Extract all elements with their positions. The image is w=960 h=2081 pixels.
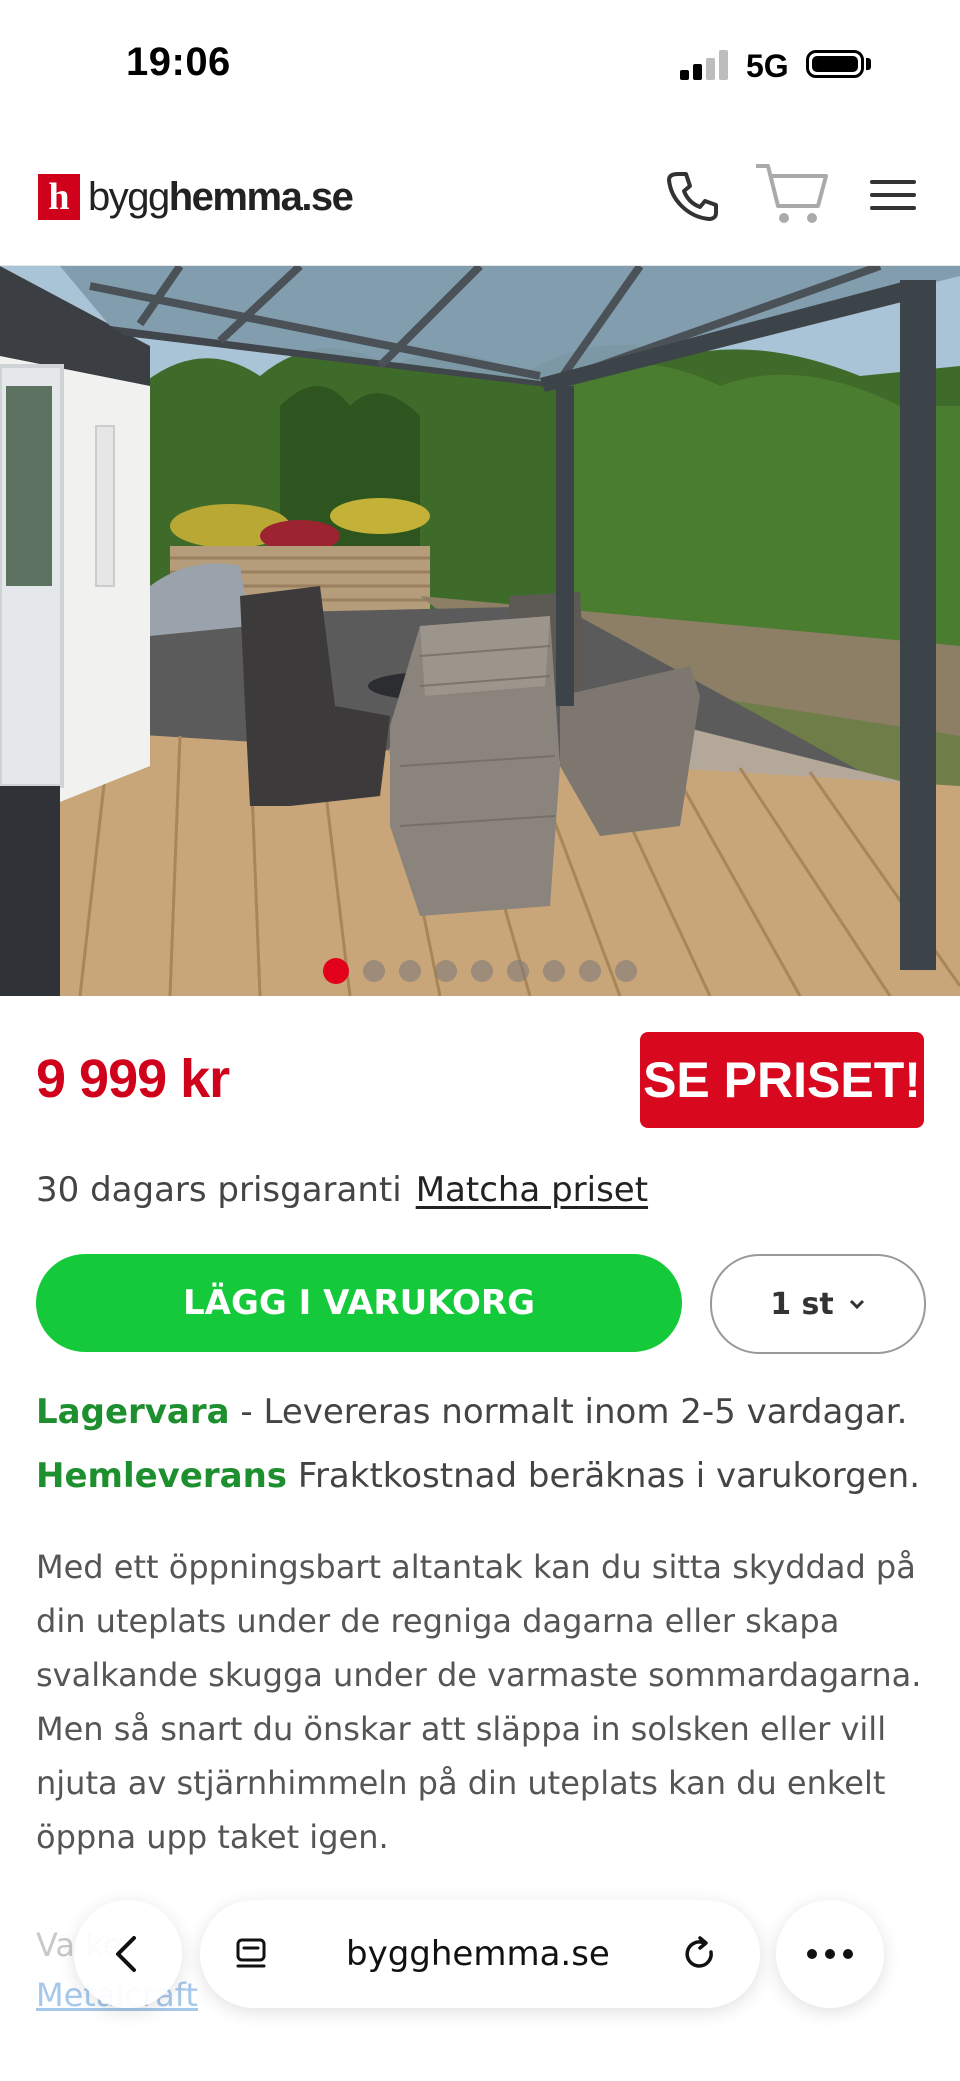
- stock-text: - Levereras normalt inom 2-5 vardagar.: [229, 1392, 908, 1432]
- gallery-dot[interactable]: [615, 960, 637, 982]
- gallery-dot[interactable]: [507, 960, 529, 982]
- logo-mark: h: [38, 174, 80, 220]
- delivery-label: Hemleverans: [36, 1456, 288, 1496]
- network-type: 5G: [746, 48, 789, 84]
- gallery-dot[interactable]: [363, 960, 385, 982]
- quantity-value: 1 st: [770, 1286, 834, 1322]
- delivery-text: Fraktkostnad beräknas i varukorgen.: [287, 1456, 921, 1496]
- hamburger-menu-icon[interactable]: [858, 160, 928, 230]
- product-image-gallery[interactable]: [0, 266, 960, 996]
- gallery-dot[interactable]: [435, 960, 457, 982]
- price-guarantee: 30 dagars prisgaranti Matcha priset: [36, 1170, 648, 1210]
- bygghemma-logo[interactable]: h bygghemma.se: [38, 174, 354, 220]
- gallery-pagination: [0, 958, 960, 984]
- description-line: svalkande skugga under de varmaste somma…: [36, 1656, 922, 1694]
- description-line: din uteplats under de regniga dagarna el…: [36, 1602, 840, 1640]
- logo-text-bold: hemma: [168, 174, 303, 219]
- tabs-icon[interactable]: [232, 1934, 272, 1974]
- back-button[interactable]: [74, 1900, 182, 2008]
- site-header: h bygghemma.se: [0, 130, 960, 266]
- logo-text: bygghemma.se: [88, 174, 354, 220]
- cart-icon[interactable]: [752, 160, 828, 230]
- logo-text-light: bygg: [88, 174, 170, 219]
- description-line: Men så snart du önskar att släppa in sol…: [36, 1710, 887, 1748]
- gallery-dot[interactable]: [399, 960, 421, 982]
- stock-label: Lagervara: [36, 1392, 230, 1432]
- logo-text-tld: .se: [301, 174, 354, 219]
- quantity-select[interactable]: 1 st: [710, 1254, 926, 1354]
- battery-icon: [806, 50, 864, 78]
- add-to-cart-button[interactable]: LÄGG I VARUKORG: [36, 1254, 682, 1352]
- more-button[interactable]: [776, 1900, 884, 2008]
- description-line: öppna upp taket igen.: [36, 1818, 389, 1856]
- description-line: Med ett öppningsbart altantak kan du sit…: [36, 1548, 916, 1586]
- phone-icon[interactable]: [656, 160, 726, 230]
- status-time: 19:06: [126, 40, 231, 84]
- delivery-info: Hemleverans Fraktkostnad beräknas i varu…: [36, 1456, 920, 1496]
- product-price: 9 999 kr: [36, 1049, 230, 1109]
- address-bar[interactable]: bygghemma.se: [200, 1900, 760, 2008]
- price-guarantee-text: 30 dagars prisgaranti: [36, 1170, 402, 1210]
- description-line: njuta av stjärnhimmeln på din uteplats k…: [36, 1764, 886, 1802]
- gallery-dot[interactable]: [579, 960, 601, 982]
- stock-status: Lagervara - Levereras normalt inom 2-5 v…: [36, 1392, 907, 1432]
- match-price-link[interactable]: Matcha priset: [416, 1170, 648, 1210]
- url-text: bygghemma.se: [346, 1934, 610, 1974]
- more-dots-icon: [807, 1949, 853, 1959]
- gallery-dot[interactable]: [471, 960, 493, 982]
- status-bar: 19:06 5G: [0, 0, 960, 130]
- battery-cap: [866, 58, 871, 70]
- browser-toolbar: bygghemma.se: [0, 1890, 960, 2020]
- product-description: Med ett öppningsbart altantak kan du sit…: [36, 1540, 926, 1864]
- cellular-signal-icon: [680, 50, 732, 80]
- gallery-dot[interactable]: [323, 958, 349, 984]
- patio-roof-photo: [0, 266, 960, 996]
- gallery-dot[interactable]: [543, 960, 565, 982]
- chevron-left-icon: [116, 1936, 136, 1972]
- see-price-button[interactable]: SE PRISET!: [640, 1032, 924, 1128]
- chevron-down-icon: [849, 1299, 864, 1310]
- reload-icon[interactable]: [680, 1934, 720, 1974]
